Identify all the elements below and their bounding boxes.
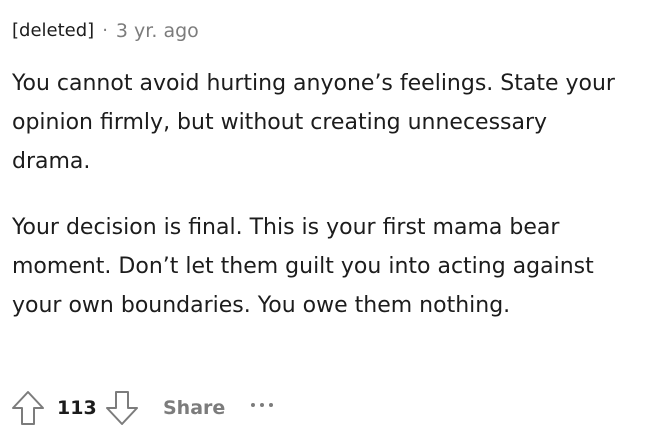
more-options-button[interactable] — [251, 395, 274, 415]
comment-paragraph: Your decision is final. This is your fir… — [12, 215, 594, 318]
comment-body: You cannot avoid hurting anyone’s feelin… — [12, 64, 642, 325]
comment-paragraph: You cannot avoid hurting anyone’s feelin… — [12, 71, 615, 174]
arrow-down-outline-icon — [106, 391, 138, 425]
arrow-up-outline-icon — [12, 391, 44, 425]
vote-score: 113 — [57, 397, 97, 419]
comment-meta: [deleted] · 3 yr. ago — [12, 18, 642, 44]
comment-actions: 113 Share — [9, 386, 274, 430]
ellipsis-icon — [251, 403, 256, 407]
downvote-button[interactable] — [103, 387, 141, 429]
share-button[interactable]: Share — [163, 397, 225, 419]
upvote-button[interactable] — [9, 387, 47, 429]
comment-timestamp[interactable]: 3 yr. ago — [116, 18, 199, 44]
meta-separator: · — [102, 20, 108, 41]
comment: [deleted] · 3 yr. ago You cannot avoid h… — [12, 18, 642, 325]
ellipsis-icon — [260, 403, 265, 407]
comment-author[interactable]: [deleted] — [12, 18, 94, 44]
ellipsis-icon — [269, 403, 274, 407]
